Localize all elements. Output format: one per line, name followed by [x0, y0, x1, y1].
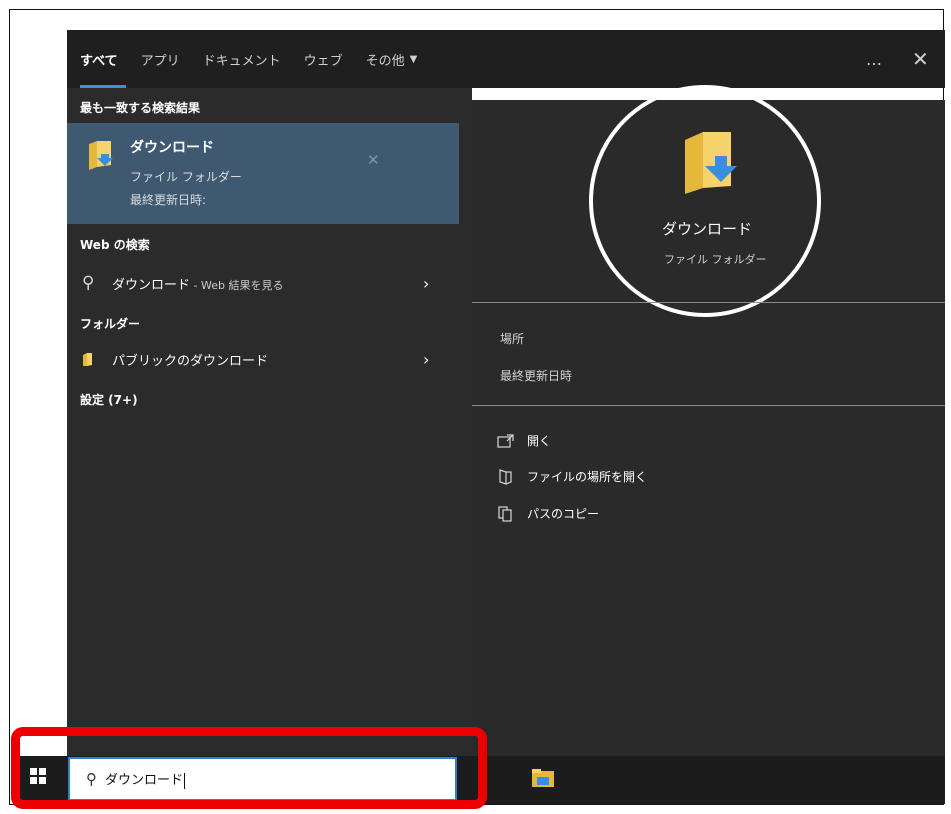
chevron-right-icon[interactable]: › — [423, 274, 429, 293]
best-match-header: 最も一致する検索結果 — [80, 101, 201, 115]
folders-header: フォルダー — [80, 317, 141, 331]
file-location-icon — [499, 468, 512, 485]
copy-path-icon — [498, 505, 512, 522]
downloads-folder-icon — [89, 141, 113, 170]
web-search-query: ダウンロード — [112, 277, 191, 293]
modified-label: 最終更新日時 — [500, 369, 573, 383]
web-search-header: Web の検索 — [80, 238, 150, 252]
caret-down-icon: ▼ — [409, 53, 418, 65]
tab-apps[interactable]: アプリ — [141, 30, 180, 88]
annotation-circle — [589, 85, 821, 317]
search-icon: ⚲ — [82, 273, 95, 293]
dismiss-icon[interactable]: ✕ — [367, 151, 380, 169]
search-tabs: すべて アプリ ドキュメント ウェブ その他 ▼ — [67, 30, 440, 88]
open-file-location-action[interactable]: ファイルの場所を開く — [497, 468, 647, 485]
tab-documents[interactable]: ドキュメント — [203, 30, 281, 88]
annotation-highlight-box — [11, 727, 487, 809]
tab-all[interactable]: すべて — [80, 30, 126, 88]
tab-web[interactable]: ウェブ — [304, 30, 343, 88]
copy-path-action[interactable]: パスのコピー — [497, 505, 599, 522]
copy-path-label: パスのコピー — [527, 507, 600, 521]
divider — [472, 302, 945, 303]
best-match-title: ダウンロード — [130, 140, 214, 156]
divider — [472, 405, 945, 406]
best-match-item[interactable]: ダウンロード ファイル フォルダー 最終更新日時: ✕ — [67, 123, 459, 224]
open-icon — [497, 433, 514, 448]
tab-more[interactable]: その他 ▼ — [366, 30, 418, 88]
folder-item-public-downloads[interactable]: パブリックのダウンロード › — [67, 343, 459, 375]
web-search-suffix: - Web 結果を見る — [190, 278, 284, 292]
web-search-item[interactable]: ⚲ ダウンロード - Web 結果を見る › — [67, 267, 459, 299]
settings-results[interactable]: 設定 (7+) — [80, 391, 138, 408]
folder-icon — [83, 352, 92, 366]
more-options-button[interactable]: … — [866, 30, 884, 88]
folder-item-label: パブリックのダウンロード — [112, 353, 269, 369]
open-file-location-label: ファイルの場所を開く — [527, 470, 648, 484]
panel-gap — [459, 88, 472, 756]
location-label: 場所 — [500, 332, 525, 346]
open-action-label: 開く — [527, 434, 552, 448]
best-match-type: ファイル フォルダー — [130, 170, 242, 184]
open-action[interactable]: 開く — [497, 432, 551, 449]
file-explorer-icon[interactable] — [532, 769, 554, 787]
chevron-right-icon[interactable]: › — [423, 350, 429, 369]
close-button[interactable]: ✕ — [912, 30, 929, 88]
best-match-modified: 最終更新日時: — [130, 193, 207, 207]
